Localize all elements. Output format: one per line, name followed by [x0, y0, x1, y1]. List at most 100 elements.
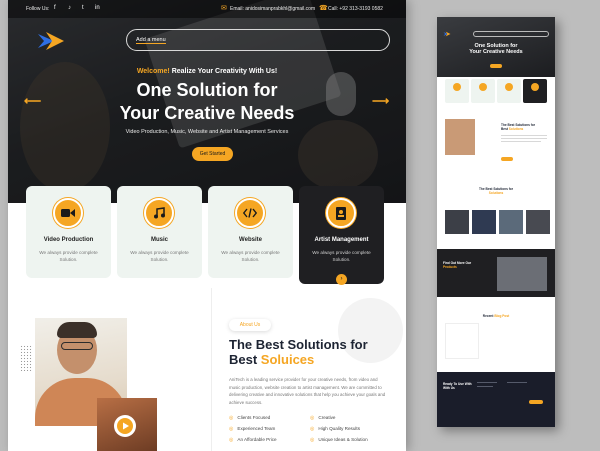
- preview-about-title-prefix: Best: [501, 127, 509, 131]
- feature-label: Unique Ideas & Solution: [318, 437, 368, 442]
- service-desc: We always provide complete Solution.: [130, 250, 189, 262]
- preview-text-line: [501, 138, 547, 139]
- preview-about-image: [445, 119, 475, 155]
- preview-solution-image: [526, 210, 550, 234]
- hero-headline-line2: Your Creative Needs: [119, 103, 295, 123]
- preview-menu: [473, 31, 549, 37]
- tiktok-icon[interactable]: ♪: [68, 5, 71, 11]
- preview-service-card: [523, 79, 547, 103]
- hero-section: Follow Us: f ♪ t in ✉ Email: anidosimanp…: [8, 0, 406, 203]
- preview-footer-button: [529, 400, 543, 404]
- add-menu-link[interactable]: Add a menu: [136, 37, 166, 44]
- brand-logo[interactable]: [36, 30, 66, 52]
- check-circle-icon: ◎: [310, 437, 315, 443]
- music-note-icon: [144, 198, 174, 228]
- get-started-button[interactable]: Get Started: [192, 147, 233, 161]
- preview-solution-image: [445, 210, 469, 234]
- about-title-highlight: Soluices: [260, 352, 315, 367]
- feature-label: An Affordable Price: [237, 437, 277, 442]
- welcome-highlight: Welcome!: [136, 68, 170, 75]
- preview-footer-title: Ready To Use With With Us: [443, 382, 472, 390]
- check-circle-icon: ◎: [229, 426, 234, 432]
- preview-solutions-title-2: Solutions: [488, 191, 504, 195]
- preview-blog-title-highlight: Blog Post: [494, 314, 510, 318]
- full-page-preview: One Solution for Your Creative Needs The …: [437, 17, 555, 427]
- preview-service-card: [471, 79, 495, 103]
- welcome-tagline: Welcome! Realize Your Creativity With Us…: [8, 68, 406, 75]
- decorative-circle: [338, 298, 403, 363]
- preview-footer-line: [507, 382, 527, 383]
- preview-products-title-2: Products: [443, 265, 457, 269]
- hero-subline: Video Production, Music, Website and Art…: [125, 129, 289, 135]
- service-desc: We always provide complete Solution.: [39, 250, 98, 262]
- service-card-website[interactable]: Website We always provide complete Solut…: [208, 186, 293, 278]
- check-circle-icon: ◎: [229, 415, 234, 421]
- preview-footer-title-2: With Us: [443, 386, 455, 390]
- phone-text[interactable]: Call: +92 313-3193 0582: [328, 6, 383, 12]
- preview-service-card: [497, 79, 521, 103]
- service-title: Website: [239, 237, 262, 243]
- decorative-dots: [20, 345, 32, 371]
- feature-item: ◎ Creative: [310, 415, 335, 421]
- service-next-button[interactable]: ›: [336, 274, 347, 285]
- linkedin-icon[interactable]: in: [95, 5, 100, 11]
- preview-product-image: [497, 257, 547, 291]
- preview-blog-card: [445, 323, 479, 359]
- preview-about-button: [501, 157, 513, 161]
- video-camera-icon: [53, 198, 83, 228]
- landing-page-mockup: Follow Us: f ♪ t in ✉ Email: anidosimanp…: [8, 0, 406, 451]
- preview-hero: One Solution for Your Creative Needs: [437, 17, 555, 77]
- check-circle-icon: ◎: [229, 437, 234, 443]
- follow-label: Follow Us:: [26, 6, 50, 12]
- service-title: Music: [150, 237, 168, 243]
- preview-about-title: The Best Solutions for Best Solutions: [501, 123, 535, 131]
- section-divider: [211, 288, 212, 451]
- check-circle-icon: ◎: [310, 426, 315, 432]
- preview-blog-title-prefix: Recent: [482, 314, 495, 318]
- top-bar: Follow Us: f ♪ t in ✉ Email: anidosimanp…: [8, 0, 406, 18]
- preview-hero-title: One Solution for Your Creative Needs: [437, 43, 555, 55]
- preview-service-card: [445, 79, 469, 103]
- preview-footer: Ready To Use With With Us: [437, 372, 555, 427]
- service-card-video[interactable]: Video Production We always provide compl…: [26, 186, 111, 278]
- preview-solution-image: [472, 210, 496, 234]
- play-video-button[interactable]: [114, 415, 136, 437]
- service-card-music[interactable]: Music We always provide complete Solutio…: [117, 186, 202, 278]
- check-circle-icon: ◎: [310, 415, 315, 421]
- preview-text-line: [501, 141, 541, 142]
- feature-label: Clients Focused: [237, 415, 271, 420]
- preview-footer-line: [477, 382, 497, 383]
- service-desc: We always provide complete Solution.: [221, 250, 280, 262]
- hero-headline-line1: One Solution for: [136, 80, 278, 100]
- headset-icon: ☎: [319, 5, 328, 12]
- play-icon: [117, 418, 133, 434]
- feature-item: ◎ An Affordable Price: [229, 437, 277, 443]
- about-title-line2: Best Soluices: [229, 352, 314, 367]
- preview-blog-title: Recent Blog Post: [437, 314, 555, 318]
- twitter-icon[interactable]: t: [82, 5, 84, 11]
- feature-item: ◎ Experienced Team: [229, 426, 275, 432]
- service-title: Video Production: [43, 237, 94, 243]
- preview-hero-title-2: Your Creative Needs: [469, 49, 523, 55]
- artist-badge-icon: [326, 198, 356, 228]
- service-title: Artist Management: [314, 237, 369, 243]
- feature-label: High Quality Results: [318, 426, 360, 431]
- nav-menu-bar[interactable]: Add a menu: [126, 29, 390, 51]
- about-title-prefix: Best: [229, 352, 261, 367]
- preview-products-title: Find Out More Our Products: [443, 261, 471, 269]
- facebook-icon[interactable]: f: [54, 5, 56, 11]
- mail-icon: ✉: [221, 5, 227, 12]
- slider-prev-arrow-icon[interactable]: ⟵: [24, 94, 41, 108]
- about-us-badge: About Us: [229, 319, 271, 331]
- feature-label: Creative: [318, 415, 336, 420]
- welcome-text: Realize Your Creativity With Us!: [169, 68, 278, 75]
- slider-next-arrow-icon[interactable]: ⟶: [372, 94, 389, 108]
- email-text[interactable]: Email: anidosimanprabkhl@gmail.com: [230, 6, 315, 12]
- about-body-text: AniTech is a leading service provider fo…: [229, 377, 386, 405]
- feature-item: ◎ Unique Ideas & Solution: [310, 437, 368, 443]
- service-card-artist-active[interactable]: Artist Management We always provide comp…: [299, 186, 384, 285]
- code-icon: [235, 198, 265, 228]
- feature-item: ◎ Clients Focused: [229, 415, 270, 421]
- feature-label: Experienced Team: [237, 426, 276, 431]
- about-title-line1: The Best Solutions for: [229, 337, 368, 352]
